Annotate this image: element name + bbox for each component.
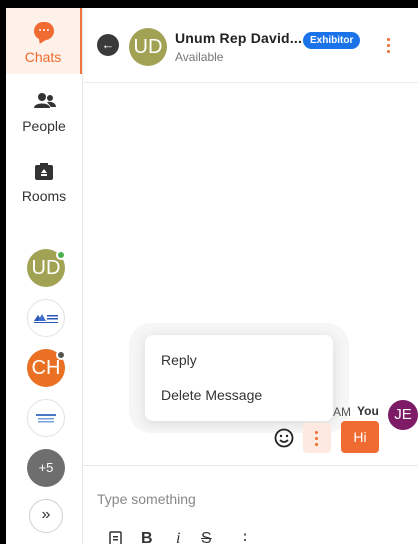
contact-avatar: UD: [129, 28, 167, 66]
more-formatting-icon[interactable]: ⋮: [237, 530, 253, 544]
conversation-avatar-ud[interactable]: UD: [27, 249, 66, 287]
conversation-avatar-ch[interactable]: CH: [27, 349, 66, 387]
nav-people-label: People: [22, 118, 66, 134]
back-arrow-icon[interactable]: ←: [97, 34, 119, 56]
rooms-icon: [35, 163, 53, 180]
expand-sidebar-button[interactable]: »: [29, 499, 63, 533]
message-sender: You: [357, 404, 379, 418]
nav-chats-label: Chats: [24, 49, 62, 65]
message-options-icon[interactable]: [303, 423, 331, 453]
nav-chats[interactable]: Chats: [6, 8, 82, 74]
contact-name: Unum Rep David...: [175, 30, 303, 46]
contact-status: Available: [175, 50, 224, 64]
italic-button[interactable]: i: [176, 530, 180, 544]
strikethrough-button[interactable]: S: [201, 530, 212, 544]
more-options-icon[interactable]: [387, 38, 391, 58]
bold-button[interactable]: B: [141, 530, 153, 544]
avatar-initials: UD: [31, 257, 61, 279]
people-icon: [34, 93, 56, 108]
reply-menu-item[interactable]: Reply: [161, 352, 197, 368]
attachment-icon[interactable]: [109, 530, 123, 544]
message-context-menu: Reply Delete Message: [145, 335, 333, 421]
organization-logo-icon: [34, 314, 58, 323]
avatar-initials: CH: [31, 357, 61, 379]
message-bubble: Hi: [341, 421, 379, 453]
conversation-avatar-logo[interactable]: [27, 299, 65, 337]
chat-header: ← UD Unum Rep David... Exhibitor Availab…: [83, 8, 418, 83]
offline-status-icon: [56, 350, 66, 360]
message-list: Reply Delete Message AM You JE Hi: [83, 83, 418, 463]
online-status-icon: [56, 250, 66, 260]
chat-bubble-icon: [34, 22, 54, 40]
my-avatar: JE: [388, 400, 418, 430]
more-conversations-badge[interactable]: +5: [27, 449, 65, 487]
message-time: AM: [333, 405, 351, 419]
app-window: Chats People Rooms UD CH +5 » ← UD Unum …: [6, 8, 418, 544]
exhibitor-badge: Exhibitor: [303, 32, 361, 49]
delete-message-menu-item[interactable]: Delete Message: [161, 387, 262, 403]
nav-rooms-label: Rooms: [21, 188, 67, 204]
nav-people[interactable]: People: [6, 80, 82, 146]
sidebar: Chats People Rooms UD CH +5 »: [6, 8, 83, 544]
organization-logo-icon: [36, 414, 56, 423]
message-input[interactable]: [97, 488, 397, 510]
nav-rooms[interactable]: Rooms: [6, 150, 82, 216]
emoji-reaction-icon[interactable]: [274, 428, 294, 448]
conversation-avatar-logo[interactable]: [27, 399, 65, 437]
message-composer: B i S ⋮: [83, 465, 418, 544]
